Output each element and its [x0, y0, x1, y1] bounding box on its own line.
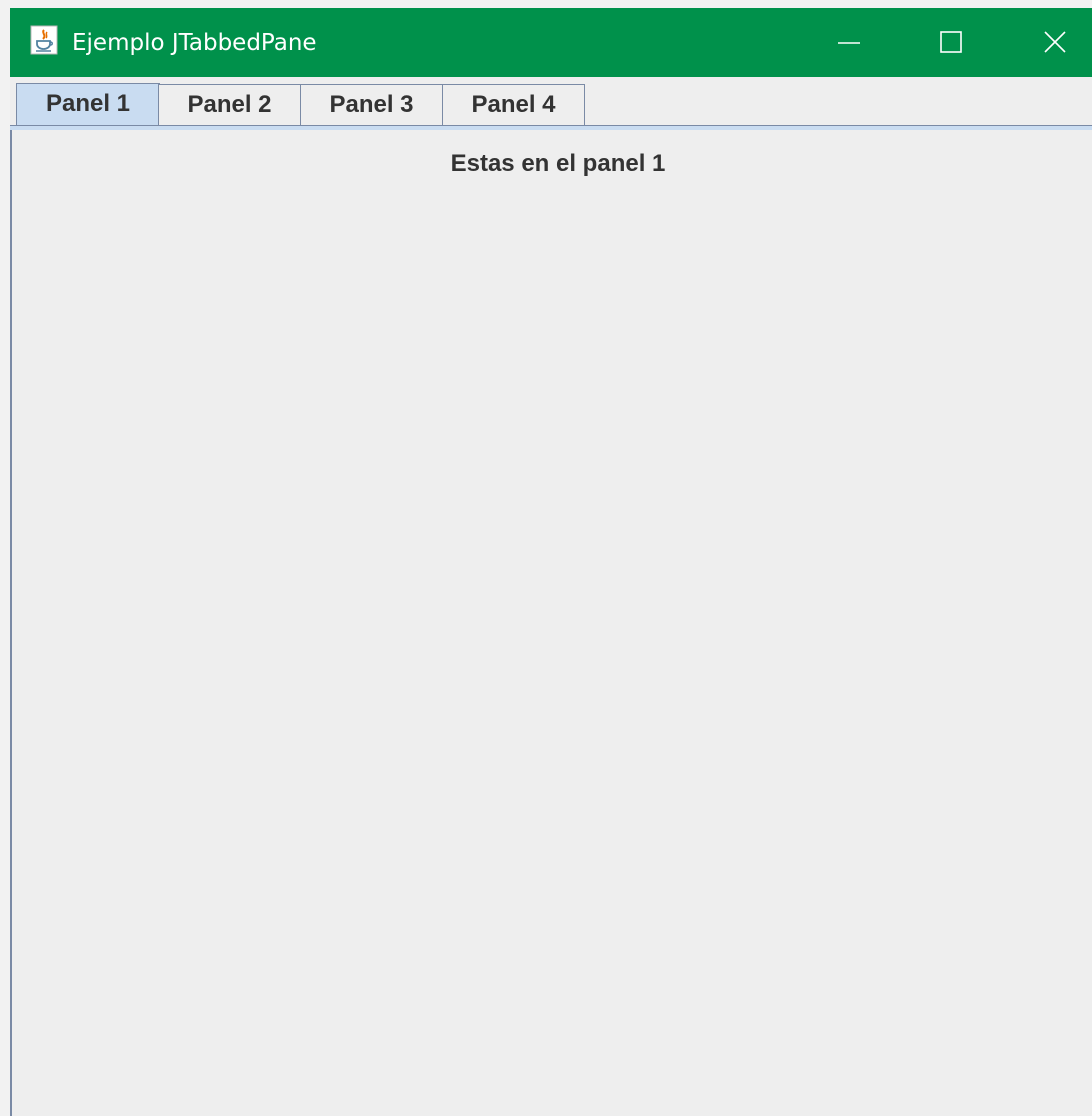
window-title: Ejemplo JTabbedPane: [72, 30, 317, 56]
close-button[interactable]: [1020, 8, 1090, 77]
tab-label: Panel 4: [471, 91, 556, 118]
title-bar[interactable]: Ejemplo JTabbedPane: [10, 8, 1092, 77]
tab-panel-2[interactable]: Panel 2: [158, 84, 301, 127]
maximize-icon: [940, 31, 962, 53]
panel-label: Estas en el panel 1: [450, 150, 666, 177]
tab-label: Panel 3: [329, 91, 414, 118]
maximize-button[interactable]: [916, 8, 986, 77]
java-icon[interactable]: [30, 25, 58, 55]
minimize-icon: [838, 42, 860, 44]
tab-panel-3[interactable]: Panel 3: [300, 84, 443, 127]
tab-panel-1[interactable]: Panel 1: [16, 83, 160, 129]
tab-panel-4[interactable]: Panel 4: [442, 84, 585, 127]
app-window: Ejemplo JTabbedPane Panel 1 Panel 2 Pane…: [10, 8, 1092, 1116]
tab-label: Panel 1: [45, 90, 131, 117]
tab-label: Panel 2: [187, 91, 272, 118]
minimize-button[interactable]: [814, 8, 884, 77]
tab-content-panel: Estas en el panel 1: [10, 130, 1092, 1116]
close-icon: [1044, 31, 1066, 53]
